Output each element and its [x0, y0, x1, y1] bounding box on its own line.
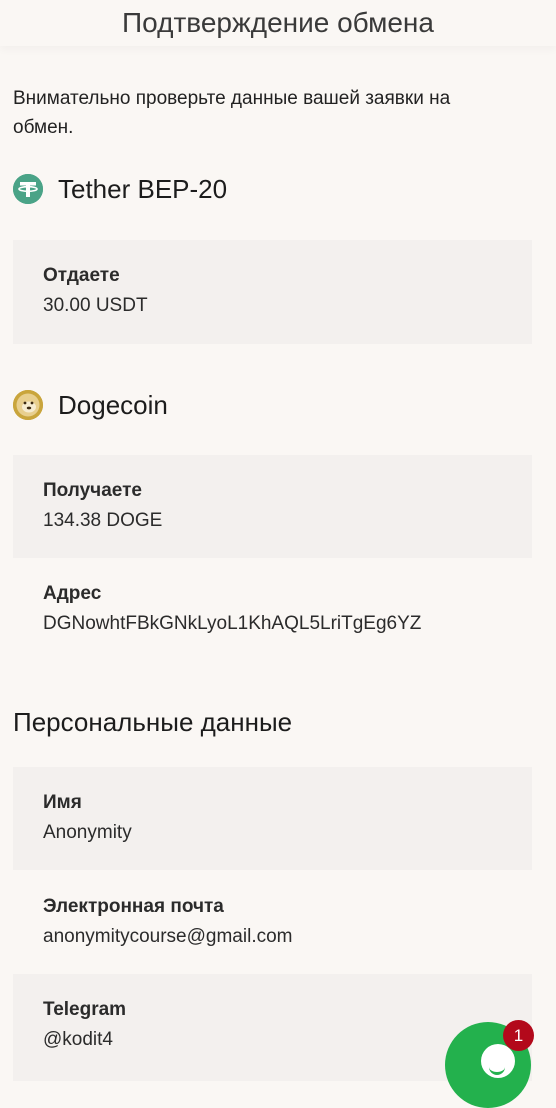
name-value: Anonymity: [43, 822, 132, 843]
give-coin-row: Tether BEP-20: [13, 172, 227, 206]
receive-coin-name: Dogecoin: [58, 389, 168, 420]
email-value: anonymitycourse@gmail.com: [43, 926, 293, 947]
notification-badge: 1: [503, 1020, 534, 1051]
receive-label: Получаете: [43, 480, 142, 501]
receive-coin-row: Dogecoin: [13, 388, 168, 422]
name-field: Имя Anonymity: [43, 790, 132, 846]
address-field: Адрес DGNowhtFBkGNkLyoL1KhAQL5LriTgEg6YZ: [43, 581, 421, 637]
personal-section-title: Персональные данные: [13, 707, 293, 737]
receive-field: Получаете 134.38 DOGE: [43, 478, 162, 534]
address-value: DGNowhtFBkGNkLyoL1KhAQL5LriTgEg6YZ: [43, 613, 422, 634]
name-label: Имя: [43, 792, 82, 813]
intro-text: Внимательно проверьте данные вашей заявк…: [13, 88, 451, 138]
tether-icon: [13, 174, 43, 204]
telegram-value: @kodit4: [43, 1029, 113, 1050]
give-coin-name: Tether BEP-20: [58, 173, 228, 204]
receive-amount: 134.38 DOGE: [43, 510, 163, 531]
address-label: Адрес: [43, 583, 102, 604]
give-amount: 30.00 USDT: [43, 295, 148, 316]
page-title: Подтверждение обмена: [0, 0, 556, 46]
dogecoin-icon: [13, 390, 43, 420]
give-field: Отдаете 30.00 USDT: [43, 263, 148, 319]
email-label: Электронная почта: [43, 896, 224, 917]
telegram-field: Telegram @kodit4: [43, 997, 126, 1053]
give-label: Отдаете: [43, 265, 120, 286]
telegram-label: Telegram: [43, 999, 127, 1020]
email-field: Электронная почта anonymitycourse@gmail.…: [43, 894, 293, 950]
